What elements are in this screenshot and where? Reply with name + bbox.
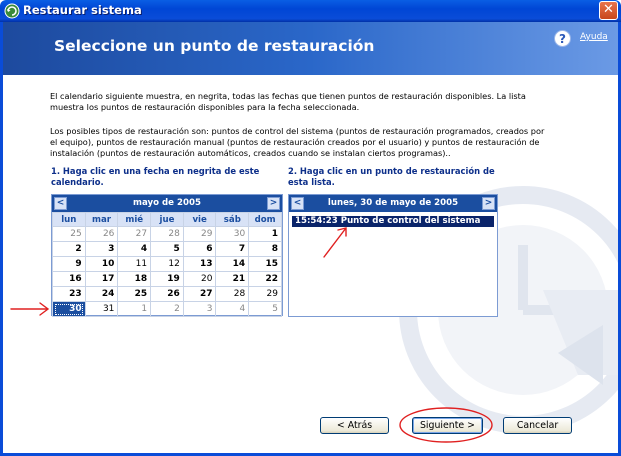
weekday-label: lun bbox=[52, 212, 86, 227]
calendar-day-selected[interactable]: 30 bbox=[52, 301, 86, 317]
calendar-day[interactable]: 12 bbox=[150, 256, 184, 272]
weekday-label: mar bbox=[84, 212, 119, 227]
wizard-content: El calendario siguiente muestra, en negr… bbox=[3, 75, 618, 453]
calendar-days: 25 26 27 28 29 30 1 2 3 4 5 6 7 8 9 10 11 12 13 14 15 16 17 18 1… bbox=[52, 226, 282, 317]
restore-point-time: 15:54:23 bbox=[295, 216, 338, 226]
calendar-day[interactable]: 1 bbox=[248, 226, 282, 242]
calendar-day[interactable]: 3 bbox=[84, 241, 119, 257]
calendar-day[interactable]: 7 bbox=[215, 241, 250, 257]
calendar-grid: lun mar mié jue vie sáb dom 25 26 27 28 29 30… bbox=[52, 212, 282, 317]
calendar-day[interactable]: 27 bbox=[117, 226, 152, 242]
calendar-day[interactable]: 8 bbox=[248, 241, 282, 257]
selected-date-label: lunes, 30 de mayo de 2005 bbox=[327, 198, 459, 208]
step2-label: 2. Haga clic en un punto de restauración… bbox=[288, 166, 495, 187]
calendar-day[interactable]: 2 bbox=[150, 301, 184, 317]
calendar-day[interactable]: 5 bbox=[248, 301, 282, 317]
calendar-day[interactable]: 18 bbox=[117, 271, 152, 287]
weekday-label: jue bbox=[150, 212, 184, 227]
wizard-header: Seleccione un punto de restauración ? Ay… bbox=[3, 22, 618, 75]
weekday-label: sáb bbox=[215, 212, 250, 227]
calendar-day[interactable]: 27 bbox=[182, 286, 217, 302]
calendar-day[interactable]: 21 bbox=[215, 271, 250, 287]
calendar-day[interactable]: 16 bbox=[52, 271, 86, 287]
calendar-day[interactable]: 14 bbox=[215, 256, 250, 272]
restore-point-item[interactable]: 15:54:23 Punto de control del sistema bbox=[292, 216, 494, 227]
calendar-day[interactable]: 1 bbox=[117, 301, 152, 317]
calendar-month-label: mayo de 2005 bbox=[133, 198, 201, 208]
calendar-day[interactable]: 13 bbox=[182, 256, 217, 272]
help-icon: ? bbox=[554, 30, 571, 47]
calendar-day[interactable]: 29 bbox=[182, 226, 217, 242]
calendar-next-month-button[interactable]: > bbox=[267, 197, 280, 210]
calendar-day[interactable]: 22 bbox=[248, 271, 282, 287]
calendar-day[interactable]: 3 bbox=[182, 301, 217, 317]
calendar-week-row: 25 26 27 28 29 30 1 bbox=[52, 226, 282, 242]
calendar-day[interactable]: 5 bbox=[150, 241, 184, 257]
calendar-week-row: 16 17 18 19 20 21 22 bbox=[52, 271, 282, 287]
calendar-day[interactable]: 31 bbox=[84, 301, 119, 317]
calendar-day[interactable]: 25 bbox=[52, 226, 86, 242]
chevron-right-icon: > bbox=[484, 198, 493, 208]
close-button[interactable]: ✕ bbox=[599, 1, 618, 20]
chevron-right-icon: > bbox=[269, 198, 278, 208]
calendar-day[interactable]: 11 bbox=[117, 256, 152, 272]
cancel-button[interactable]: Cancelar bbox=[503, 417, 572, 434]
weekday-label: vie bbox=[182, 212, 217, 227]
calendar-description: El calendario siguiente muestra, en negr… bbox=[50, 91, 526, 112]
calendar-day[interactable]: 26 bbox=[150, 286, 184, 302]
next-button[interactable]: Siguiente > bbox=[412, 417, 483, 434]
calendar-day[interactable]: 19 bbox=[150, 271, 184, 287]
weekday-row: lun mar mié jue vie sáb dom bbox=[52, 212, 282, 227]
calendar-day[interactable]: 17 bbox=[84, 271, 119, 287]
close-icon: ✕ bbox=[603, 2, 614, 17]
weekday-label: dom bbox=[248, 212, 282, 227]
list-next-day-button[interactable]: > bbox=[482, 197, 495, 210]
restore-point-list[interactable]: < lunes, 30 de mayo de 2005 > 15:54:23 P… bbox=[288, 194, 498, 317]
calendar-day[interactable]: 15 bbox=[248, 256, 282, 272]
help-label[interactable]: Ayuda bbox=[580, 32, 608, 42]
calendar-day[interactable]: 23 bbox=[52, 286, 86, 302]
calendar-day[interactable]: 20 bbox=[182, 271, 217, 287]
calendar-day[interactable]: 24 bbox=[84, 286, 119, 302]
calendar-day[interactable]: 29 bbox=[248, 286, 282, 302]
calendar-day[interactable]: 10 bbox=[84, 256, 119, 272]
list-header: < lunes, 30 de mayo de 2005 > bbox=[289, 195, 497, 212]
window-title: Restaurar sistema bbox=[23, 3, 142, 17]
title-bar[interactable]: Restaurar sistema ✕ bbox=[0, 0, 621, 22]
calendar-week-row: 23 24 25 26 27 28 29 bbox=[52, 286, 282, 302]
page-title: Seleccione un punto de restauración bbox=[54, 37, 375, 55]
restore-calendar[interactable]: < mayo de 2005 > lun mar mié jue vie sáb… bbox=[51, 194, 283, 317]
calendar-day[interactable]: 28 bbox=[150, 226, 184, 242]
weekday-label: mié bbox=[117, 212, 152, 227]
calendar-day[interactable]: 26 bbox=[84, 226, 119, 242]
calendar-header: < mayo de 2005 > bbox=[52, 195, 282, 212]
calendar-day[interactable]: 9 bbox=[52, 256, 86, 272]
calendar-week-row: 9 10 11 12 13 14 15 bbox=[52, 256, 282, 272]
calendar-day[interactable]: 30 bbox=[215, 226, 250, 242]
step1-label: 1. Haga clic en una fecha en negrita de … bbox=[51, 166, 260, 187]
calendar-day[interactable]: 4 bbox=[117, 241, 152, 257]
calendar-day[interactable]: 25 bbox=[117, 286, 152, 302]
back-button[interactable]: < Atrás bbox=[320, 417, 389, 434]
calendar-day[interactable]: 4 bbox=[215, 301, 250, 317]
calendar-day[interactable]: 2 bbox=[52, 241, 86, 257]
calendar-week-row: 2345678 bbox=[52, 241, 282, 257]
calendar-day[interactable]: 28 bbox=[215, 286, 250, 302]
system-restore-icon bbox=[4, 3, 20, 19]
restore-types-description: Los posibles tipos de restauración son: … bbox=[50, 126, 545, 158]
restore-point-description: Punto de control del sistema bbox=[340, 216, 481, 226]
calendar-week-row: 30 31 1 2 3 4 5 bbox=[52, 301, 282, 317]
calendar-day[interactable]: 6 bbox=[182, 241, 217, 257]
